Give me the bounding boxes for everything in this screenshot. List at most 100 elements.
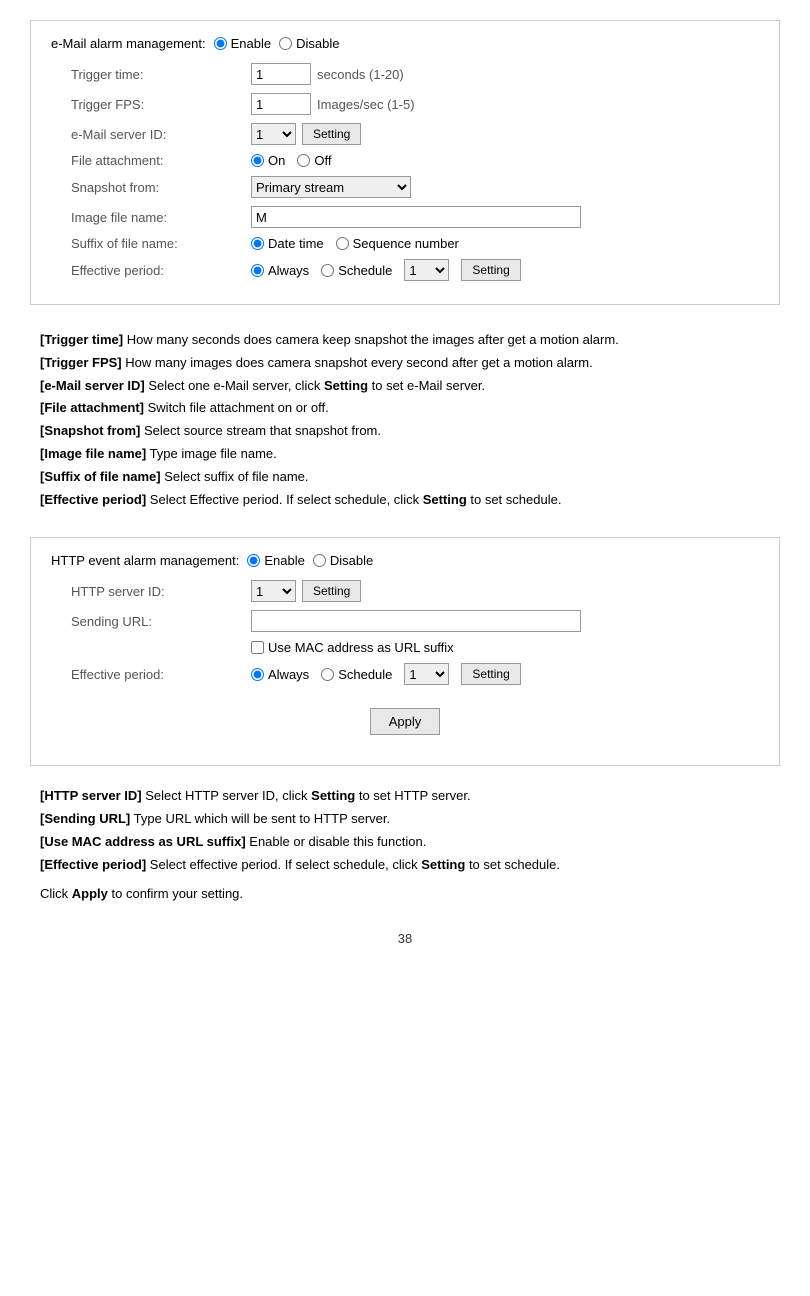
file-attachment-off-label: Off (314, 153, 331, 168)
email-schedule-radio[interactable] (321, 264, 334, 277)
email-disable-radio[interactable] (279, 37, 292, 50)
http-section-header: HTTP event alarm management: Enable Disa… (51, 553, 759, 568)
file-attachment-label: File attachment: (71, 153, 251, 168)
email-desc-line-3: [e-Mail server ID] Select one e-Mail ser… (40, 376, 770, 397)
http-desc-line-3: [Use MAC address as URL suffix] Enable o… (40, 832, 770, 853)
email-server-id-select[interactable]: 1 2 3 (251, 123, 296, 145)
apply-button[interactable]: Apply (370, 708, 441, 735)
http-server-id-control: 1 2 3 Setting (251, 580, 361, 602)
http-server-id-select[interactable]: 1 2 3 (251, 580, 296, 602)
trigger-time-label: Trigger time: (71, 67, 251, 82)
use-mac-checkbox[interactable] (251, 641, 264, 654)
http-desc-line-1: [HTTP server ID] Select HTTP server ID, … (40, 786, 770, 807)
image-file-name-control (251, 206, 581, 228)
suffix-date-time-label: Date time (268, 236, 324, 251)
email-server-id-row: e-Mail server ID: 1 2 3 Setting (51, 123, 759, 145)
email-desc-line-2: [Trigger FPS] How many images does camer… (40, 353, 770, 374)
email-server-setting-button[interactable]: Setting (302, 123, 361, 145)
snapshot-from-label: Snapshot from: (71, 180, 251, 195)
sending-url-input[interactable] (251, 610, 581, 632)
http-alarm-section: HTTP event alarm management: Enable Disa… (30, 537, 780, 766)
use-mac-row: Use MAC address as URL suffix (51, 640, 759, 655)
apply-row: Apply (51, 693, 759, 750)
sending-url-label: Sending URL: (71, 614, 251, 629)
image-file-name-label: Image file name: (71, 210, 251, 225)
trigger-time-note: seconds (1-20) (317, 67, 404, 82)
http-schedule-radio[interactable] (321, 668, 334, 681)
http-effective-period-control: Always Schedule 1 2 Setting (251, 663, 521, 685)
snapshot-from-control: Primary stream Secondary stream (251, 176, 411, 198)
suffix-file-name-control: Date time Sequence number (251, 236, 459, 251)
http-description-block: [HTTP server ID] Select HTTP server ID, … (30, 781, 780, 911)
http-effective-period-row: Effective period: Always Schedule 1 2 Se… (51, 663, 759, 685)
email-desc-line-5: [Snapshot from] Select source stream tha… (40, 421, 770, 442)
file-attachment-off-option[interactable]: Off (297, 153, 331, 168)
email-description-block: [Trigger time] How many seconds does cam… (30, 320, 780, 522)
use-mac-control: Use MAC address as URL suffix (251, 640, 454, 655)
snapshot-from-row: Snapshot from: Primary stream Secondary … (51, 176, 759, 198)
email-desc-line-1: [Trigger time] How many seconds does cam… (40, 330, 770, 351)
email-enable-option[interactable]: Enable (214, 36, 271, 51)
click-apply-text: Click Apply to confirm your setting. (40, 884, 770, 905)
http-always-option[interactable]: Always (251, 667, 309, 682)
email-disable-label: Disable (296, 36, 339, 51)
email-desc-line-6: [Image file name] Type image file name. (40, 444, 770, 465)
http-enable-radio[interactable] (247, 554, 260, 567)
email-disable-option[interactable]: Disable (279, 36, 339, 51)
image-file-name-input[interactable] (251, 206, 581, 228)
http-enable-option[interactable]: Enable (247, 553, 304, 568)
email-schedule-option[interactable]: Schedule (321, 263, 392, 278)
email-desc-line-8: [Effective period] Select Effective peri… (40, 490, 770, 511)
trigger-fps-row: Trigger FPS: Images/sec (1-5) (51, 93, 759, 115)
file-attachment-on-option[interactable]: On (251, 153, 285, 168)
http-desc-line-4: [Effective period] Select effective peri… (40, 855, 770, 876)
http-disable-radio[interactable] (313, 554, 326, 567)
http-desc-line-2: [Sending URL] Type URL which will be sen… (40, 809, 770, 830)
file-attachment-on-radio[interactable] (251, 154, 264, 167)
trigger-fps-control: Images/sec (1-5) (251, 93, 415, 115)
suffix-sequence-label: Sequence number (353, 236, 459, 251)
http-header-label: HTTP event alarm management: (51, 553, 239, 568)
http-schedule-option[interactable]: Schedule (321, 667, 392, 682)
http-disable-label: Disable (330, 553, 373, 568)
snapshot-from-select[interactable]: Primary stream Secondary stream (251, 176, 411, 198)
suffix-file-name-label: Suffix of file name: (71, 236, 251, 251)
trigger-time-row: Trigger time: seconds (1-20) (51, 63, 759, 85)
file-attachment-on-label: On (268, 153, 285, 168)
email-alarm-section: e-Mail alarm management: Enable Disable … (30, 20, 780, 305)
http-server-setting-button[interactable]: Setting (302, 580, 361, 602)
email-server-id-control: 1 2 3 Setting (251, 123, 361, 145)
email-effective-period-control: Always Schedule 1 2 Setting (251, 259, 521, 281)
http-disable-option[interactable]: Disable (313, 553, 373, 568)
sending-url-row: Sending URL: (51, 610, 759, 632)
http-always-radio[interactable] (251, 668, 264, 681)
trigger-fps-input[interactable] (251, 93, 311, 115)
page-number: 38 (30, 931, 780, 946)
email-always-label: Always (268, 263, 309, 278)
image-file-name-row: Image file name: (51, 206, 759, 228)
http-period-select[interactable]: 1 2 (404, 663, 449, 685)
trigger-fps-note: Images/sec (1-5) (317, 97, 415, 112)
suffix-date-time-option[interactable]: Date time (251, 236, 324, 251)
email-period-select[interactable]: 1 2 (404, 259, 449, 281)
suffix-date-time-radio[interactable] (251, 237, 264, 250)
email-always-option[interactable]: Always (251, 263, 309, 278)
email-effective-period-row: Effective period: Always Schedule 1 2 Se… (51, 259, 759, 281)
email-desc-line-7: [Suffix of file name] Select suffix of f… (40, 467, 770, 488)
use-mac-option[interactable]: Use MAC address as URL suffix (251, 640, 454, 655)
http-effective-period-label: Effective period: (71, 667, 251, 682)
http-period-setting-button[interactable]: Setting (461, 663, 520, 685)
email-enable-radio[interactable] (214, 37, 227, 50)
suffix-sequence-radio[interactable] (336, 237, 349, 250)
file-attachment-off-radio[interactable] (297, 154, 310, 167)
http-server-id-label: HTTP server ID: (71, 584, 251, 599)
suffix-sequence-option[interactable]: Sequence number (336, 236, 459, 251)
file-attachment-control: On Off (251, 153, 331, 168)
email-enable-label: Enable (231, 36, 271, 51)
trigger-time-control: seconds (1-20) (251, 63, 404, 85)
email-always-radio[interactable] (251, 264, 264, 277)
trigger-time-input[interactable] (251, 63, 311, 85)
email-period-setting-button[interactable]: Setting (461, 259, 520, 281)
suffix-file-name-row: Suffix of file name: Date time Sequence … (51, 236, 759, 251)
email-server-id-label: e-Mail server ID: (71, 127, 251, 142)
